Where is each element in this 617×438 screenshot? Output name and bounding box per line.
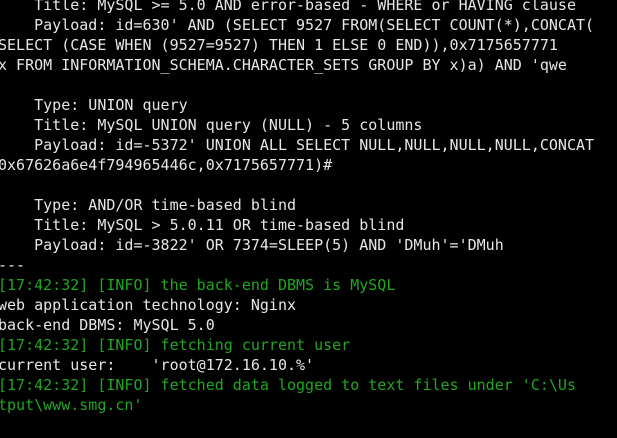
terminal-line: back-end DBMS: MySQL 5.0 <box>0 316 215 334</box>
terminal-line: web application technology: Nginx <box>0 296 297 314</box>
terminal-line: Type: AND/OR time-based blind <box>0 196 297 214</box>
terminal-info-line: tput\www.smg.cn' <box>0 396 143 414</box>
terminal-line: SELECT (CASE WHEN (9527=9527) THEN 1 ELS… <box>0 36 558 54</box>
terminal-line: current user: 'root@172.16.10.%' <box>0 356 315 374</box>
terminal-line: Payload: id=-3822' OR 7374=SLEEP(5) AND … <box>0 236 504 254</box>
terminal-output[interactable]: Title: MySQL >= 5.0 AND error-based - WH… <box>0 0 617 438</box>
terminal-line: --- <box>0 256 26 274</box>
terminal-line: Title: MySQL > 5.0.11 OR time-based blin… <box>0 216 405 234</box>
terminal-line: x FROM INFORMATION_SCHEMA.CHARACTER_SETS… <box>0 56 567 74</box>
terminal-info-line: [17:42:32] [INFO] the back-end DBMS is M… <box>0 276 396 294</box>
terminal-line: 0x67626a6e4f794965446c,0x7175657771)# <box>0 156 333 174</box>
terminal-line: Payload: id=630' AND (SELECT 9527 FROM(S… <box>0 16 595 34</box>
terminal-line: Type: UNION query <box>0 96 188 114</box>
terminal-info-line: [17:42:32] [INFO] fetched data logged to… <box>0 376 576 394</box>
terminal-line: Title: MySQL UNION query (NULL) - 5 colu… <box>0 116 423 134</box>
terminal-line: Title: MySQL >= 5.0 AND error-based - WH… <box>0 0 576 14</box>
terminal-info-line: [17:42:32] [INFO] fetching current user <box>0 336 351 354</box>
terminal-line: Payload: id=-5372' UNION ALL SELECT NULL… <box>0 136 595 154</box>
